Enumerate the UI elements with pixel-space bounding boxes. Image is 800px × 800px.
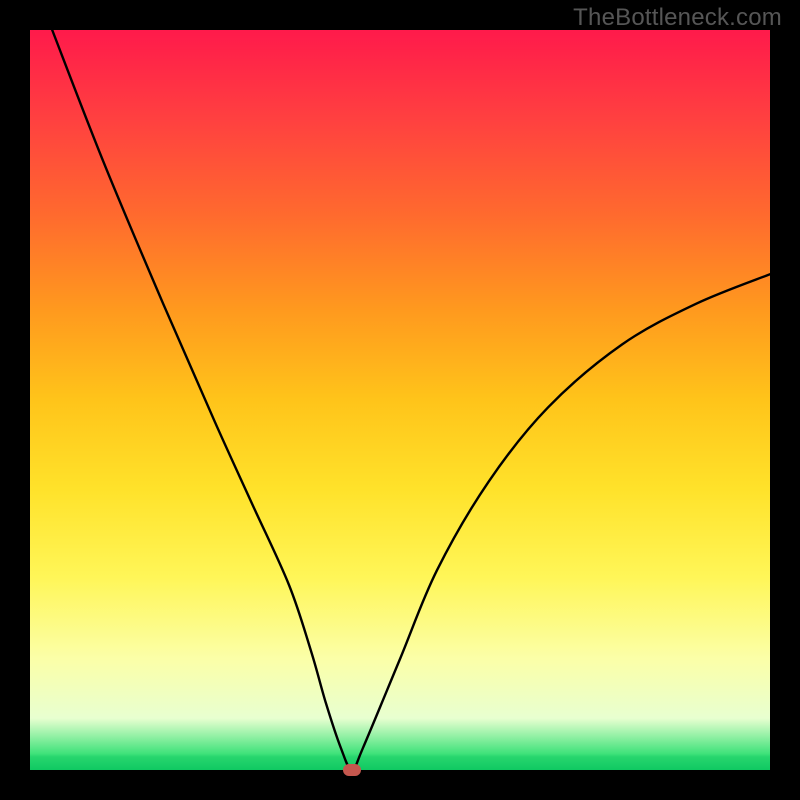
watermark-text: TheBottleneck.com [573, 4, 782, 32]
curve-svg [30, 30, 770, 770]
bottleneck-marker [343, 764, 361, 776]
bottleneck-curve [52, 30, 770, 770]
chart-frame: TheBottleneck.com [0, 0, 800, 800]
plot-area [30, 30, 770, 770]
